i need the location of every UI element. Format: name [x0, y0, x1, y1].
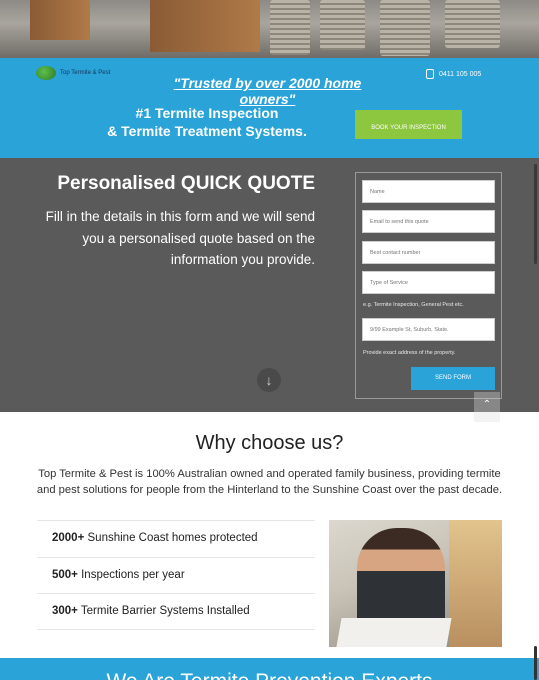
name-field[interactable] [362, 180, 495, 203]
stat-value: 2000+ [52, 532, 85, 544]
tagline-line1: #1 Termite Inspection [135, 105, 279, 121]
email-field[interactable] [362, 210, 495, 233]
phone-field[interactable] [362, 241, 495, 264]
scrollbar-thumb[interactable] [534, 164, 537, 264]
site-header: Top Termite & Pest "Trusted by over 2000… [0, 58, 539, 158]
logo-text: Top Termite & Pest [60, 70, 111, 76]
stat-label: Sunshine Coast homes protected [84, 532, 258, 544]
why-title: Why choose us? [195, 432, 344, 454]
stats-list: 2000+ Sunshine Coast homes protected 500… [37, 520, 315, 630]
quote-description: Fill in the details in this form and we … [45, 209, 315, 267]
experts-banner: We Are Termite Prevention Experts [0, 658, 539, 680]
send-form-button[interactable]: SEND FORM [411, 367, 495, 390]
scroll-down-icon[interactable]: ↓ [257, 368, 281, 392]
quick-quote-section: Personalised QUICK QUOTE Fill in the det… [0, 158, 539, 422]
address-hint: Provide exact address of the property. [363, 350, 456, 356]
address-field[interactable] [362, 318, 495, 341]
stat-label: Inspections per year [77, 568, 185, 581]
stat-value: 300+ [52, 605, 78, 617]
quote-title: Personalised QUICK QUOTE [57, 173, 315, 194]
quote-form: e.g. Termite Inspection, General Pest et… [355, 172, 502, 399]
tagline-line2: & Termite Treatment Systems. [107, 123, 307, 139]
stat-label: Termite Barrier Systems Installed [77, 605, 250, 617]
list-item: 2000+ Sunshine Coast homes protected [37, 520, 315, 557]
tagline: #1 Termite Inspection & Termite Treatmen… [100, 104, 314, 140]
phone-number: 0411 105 005 [439, 70, 482, 78]
technician-photo [329, 520, 502, 647]
logo-mark-icon [36, 66, 56, 80]
experts-title: We Are Termite Prevention Experts [0, 670, 539, 680]
list-item: 300+ Termite Barrier Systems Installed [37, 593, 315, 630]
back-to-top-icon[interactable]: ⌃ [474, 392, 500, 422]
why-description: Top Termite & Pest is 100% Australian ow… [36, 468, 503, 496]
service-field[interactable] [362, 271, 495, 294]
phone-link[interactable]: 0411 105 005 [426, 69, 481, 79]
list-item: 500+ Inspections per year [37, 556, 315, 594]
stat-value: 500+ [52, 568, 78, 581]
page-scrollbar[interactable] [534, 646, 537, 680]
book-inspection-button[interactable]: BOOK YOUR INSPECTION [355, 110, 462, 139]
logo[interactable]: Top Termite & Pest [36, 66, 110, 80]
phone-icon [426, 69, 434, 79]
hero-image [0, 0, 539, 58]
trusted-banner: "Trusted by over 2000 home owners" [173, 75, 362, 107]
service-hint: e.g. Termite Inspection, General Pest et… [363, 302, 464, 308]
